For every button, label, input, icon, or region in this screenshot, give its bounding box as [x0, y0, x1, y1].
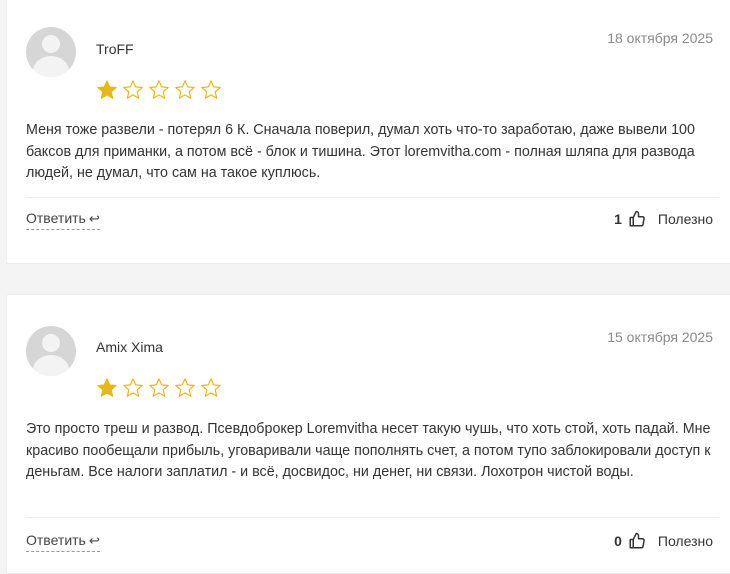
star-icon — [122, 377, 144, 399]
useful-count: 1 — [614, 211, 622, 227]
star-icon — [200, 377, 222, 399]
avatar — [26, 27, 76, 77]
reply-button[interactable]: Ответить ↩ — [26, 532, 100, 552]
review-text: Это просто треш и развод. Псевдоброкер L… — [26, 421, 711, 480]
useful-label: Полезно — [657, 211, 713, 227]
useful-group: 0 Полезно — [614, 532, 713, 550]
review-author: Amix Xima — [96, 339, 163, 355]
reply-arrow-icon: ↩ — [88, 533, 100, 548]
thumbs-up-icon[interactable] — [628, 210, 646, 228]
star-icon — [148, 79, 170, 101]
star-icon — [96, 79, 118, 101]
star-icon — [96, 377, 118, 399]
rating-stars — [96, 377, 222, 399]
review-author: TroFF — [96, 41, 134, 57]
star-icon — [200, 79, 222, 101]
star-icon — [174, 79, 196, 101]
reply-arrow-icon: ↩ — [88, 211, 100, 226]
review-date: 18 октября 2025 — [607, 30, 713, 46]
review-text: Меня тоже развели - потерял 6 К. Сначала… — [26, 122, 695, 181]
reply-label: Ответить — [26, 532, 86, 548]
reply-button[interactable]: Ответить ↩ — [26, 210, 100, 230]
divider — [26, 517, 719, 518]
star-icon — [122, 79, 144, 101]
divider — [26, 197, 719, 198]
review-date: 15 октября 2025 — [607, 329, 713, 345]
review-card: Amix Xima 15 октября 2025 Это просто тре… — [6, 294, 730, 574]
avatar — [26, 326, 76, 376]
reply-label: Ответить — [26, 210, 86, 226]
useful-group: 1 Полезно — [614, 210, 713, 228]
useful-label: Полезно — [657, 533, 713, 549]
star-icon — [148, 377, 170, 399]
star-icon — [174, 377, 196, 399]
review-card: TroFF 18 октября 2025 Меня тоже развели … — [6, 0, 730, 264]
rating-stars — [96, 79, 222, 101]
thumbs-up-icon[interactable] — [628, 532, 646, 550]
useful-count: 0 — [614, 533, 622, 549]
